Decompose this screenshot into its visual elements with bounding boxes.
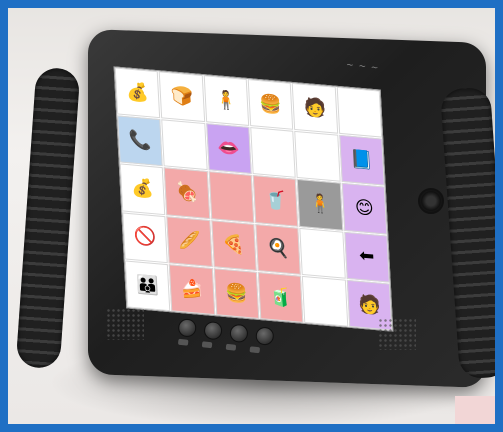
food-icon: 🍔 [258,92,283,116]
symbol-cell[interactable]: 🧃 [257,271,304,323]
symbol-cell[interactable]: 🍳 [255,223,302,275]
symbol-cell[interactable]: 🍞 [159,71,205,123]
no-icon: 🚫 [133,225,157,249]
money-bag-icon: 💰 [125,81,150,104]
person-icon: 🧑 [303,96,327,120]
symbol-cell[interactable]: 👄 [205,123,252,175]
juice-icon: 🧃 [268,285,293,309]
meat-icon: 🍖 [175,181,199,205]
hardware-button-4[interactable] [254,326,275,346]
symbol-cell[interactable]: 🍔 [247,79,294,131]
speaker-grille-left [106,308,144,340]
money-bag-icon: 💰 [130,177,155,201]
symbol-cell[interactable]: 🍕 [210,219,257,271]
symbol-cell[interactable]: 🥤 [252,175,299,227]
symbol-cell[interactable]: 🧍 [297,179,343,231]
egg-icon: 🍳 [266,237,290,261]
people-icon: 👪 [135,273,160,297]
symbol-cell[interactable]: 🍰 [169,264,215,316]
symbol-cell[interactable] [294,131,341,183]
arrow-icon: ⬅ [358,245,375,268]
hardware-label-2 [201,341,213,349]
symbol-cell[interactable]: 🍖 [164,167,210,219]
person-icon: 🧑 [357,293,382,317]
symbol-cell[interactable] [299,227,346,279]
cake-icon: 🍰 [180,277,204,301]
camera-icon [418,188,444,214]
symbol-cell[interactable] [302,275,348,327]
symbol-cell[interactable] [336,86,383,138]
bread-icon: 🥖 [177,229,202,253]
touch-screen[interactable]: 💰 🍞 🧍 🍔 🧑 📞 👄 📘 💰 🍖 🥤 🧍 😊 🚫 🥖 🍕 🍳 ⬅ 👪 🍰 🍔 🧃 🧑 [113,66,394,332]
left-grip [15,66,81,370]
hardware-label-3 [225,343,237,351]
symbol-cell[interactable] [250,127,297,179]
symbol-cell[interactable]: 🧑 [292,82,338,134]
symbol-cell[interactable] [161,119,208,171]
symbol-cell[interactable]: 👪 [124,260,171,312]
symbol-cell[interactable]: 🚫 [122,212,169,263]
symbol-cell[interactable]: 💰 [114,67,161,119]
person-icon: 🧍 [308,192,332,216]
hardware-label-4 [249,346,261,354]
symbol-cell[interactable]: 🥖 [166,215,213,267]
burger-icon: 🍔 [224,281,249,305]
lips-icon: 👄 [217,136,241,160]
hardware-label-1 [177,338,189,346]
aac-tablet-device: ~ ~ ~ 💰 🍞 🧍 🍔 🧑 📞 👄 📘 💰 🍖 🥤 🧍 😊 🚫 🥖 🍕 🍳 ⬅ 👪 🍰 🍔 🧃 🧑 [15,18,495,398]
corner-swatch [455,396,495,424]
phone-icon: 📞 [128,129,152,153]
hardware-button-2[interactable] [203,320,223,341]
speaker-grille-right [378,318,416,350]
symbol-cell[interactable]: ⬅ [343,231,390,283]
symbol-cell[interactable]: 🧍 [203,75,250,127]
symbol-cell[interactable]: 💰 [119,163,166,215]
hardware-button-3[interactable] [229,323,249,344]
drink-icon: 🥤 [263,189,288,213]
pizza-icon: 🍕 [222,233,246,257]
book-icon: 📘 [350,148,374,172]
symbol-cell[interactable]: 📘 [338,134,385,186]
symbol-cell[interactable]: 📞 [117,115,164,167]
symbol-cell[interactable] [208,171,255,223]
smile-icon: 😊 [354,196,375,220]
person-icon: 🧍 [214,88,239,112]
symbol-cell[interactable]: 🍔 [213,267,260,319]
bread-icon: 🍞 [170,84,194,108]
hardware-button-1[interactable] [177,318,198,338]
photo-background: ~ ~ ~ 💰 🍞 🧍 🍔 🧑 📞 👄 📘 💰 🍖 🥤 🧍 😊 🚫 🥖 🍕 🍳 ⬅ 👪 🍰 🍔 🧃 🧑 [8,8,495,424]
symbol-cell[interactable]: 😊 [341,183,388,235]
